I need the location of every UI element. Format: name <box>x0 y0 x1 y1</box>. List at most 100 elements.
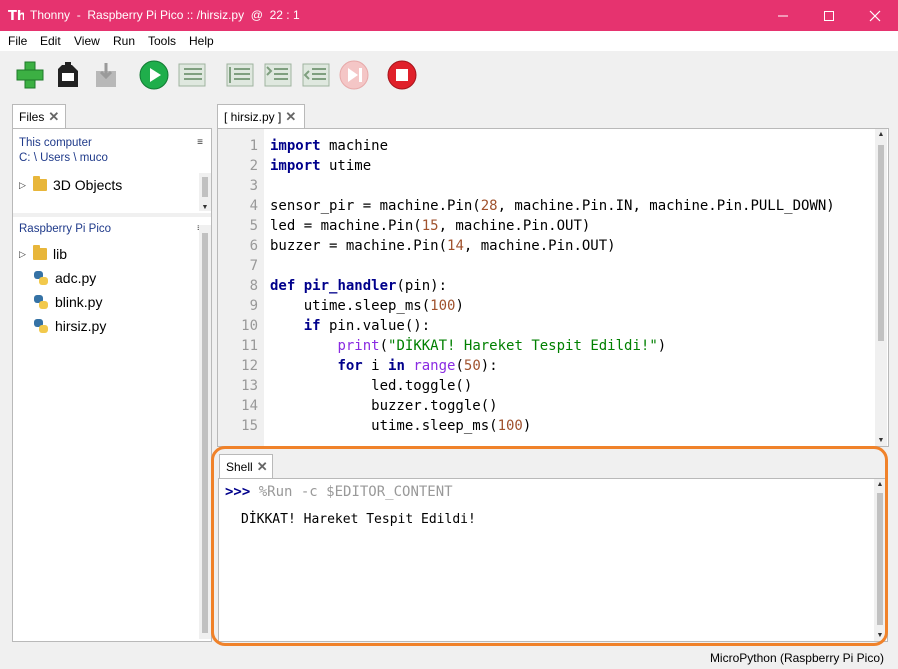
code-line[interactable]: utime.sleep_ms(100) <box>270 418 531 434</box>
list-item[interactable]: ▷ 3D Objects <box>19 176 122 193</box>
menu-help[interactable]: Help <box>189 34 214 48</box>
stop-icon[interactable] <box>386 59 418 91</box>
new-file-icon[interactable] <box>14 59 46 91</box>
tab-files[interactable]: Files ✕ <box>12 104 66 128</box>
editor-tab-label: [ hirsiz.py ] <box>224 109 282 124</box>
expand-arrow-icon[interactable]: ▷ <box>19 249 29 260</box>
menu-bar: File Edit View Run Tools Help <box>0 31 898 51</box>
code-editor[interactable]: import machine import utime sensor_pir = m… <box>270 138 872 438</box>
step-over-icon[interactable] <box>224 59 256 91</box>
step-into-icon[interactable] <box>262 59 294 91</box>
code-line[interactable]: buzzer.toggle() <box>270 398 497 414</box>
step-out-icon[interactable] <box>300 59 332 91</box>
code-line[interactable]: import utime <box>270 158 371 174</box>
code-token: led.toggle() <box>270 378 473 394</box>
menu-edit[interactable]: Edit <box>40 34 61 48</box>
list-item[interactable]: blink.py <box>33 294 102 310</box>
code-token: pin.value(): <box>320 318 431 334</box>
tab-editor-hirsiz[interactable]: [ hirsiz.py ] ✕ <box>217 104 305 128</box>
maximize-button[interactable] <box>806 0 852 31</box>
code-token: def <box>270 278 296 294</box>
editor-scrollbar[interactable]: ▲ ▼ <box>875 129 887 446</box>
code-token: buzzer = machine.Pin( <box>270 238 448 254</box>
code-token: , machine.Pin.OUT) <box>463 238 616 254</box>
line-number: 7 <box>249 258 258 274</box>
path-segment[interactable]: muco <box>80 152 108 164</box>
menu-run[interactable]: Run <box>113 34 135 48</box>
line-number: 5 <box>249 218 258 234</box>
minimize-button[interactable] <box>760 0 806 31</box>
run-icon[interactable] <box>138 59 170 91</box>
code-line[interactable]: for i in range(50): <box>270 358 498 374</box>
code-line[interactable]: if pin.value(): <box>270 318 430 334</box>
code-token: ): <box>480 358 498 374</box>
line-number: 3 <box>249 178 258 194</box>
code-token: , machine.Pin.IN, machine.Pin.PULL_DOWN) <box>497 198 835 214</box>
line-number: 12 <box>241 358 258 374</box>
line-number: 9 <box>249 298 258 314</box>
code-token: 100 <box>430 298 456 314</box>
pico-scrollbar[interactable] <box>199 225 211 639</box>
code-line[interactable]: def pir_handler(pin): <box>270 278 447 294</box>
code-token: 100 <box>497 418 523 434</box>
thonny-logo-icon: Th <box>8 9 24 23</box>
code-line[interactable]: import machine <box>270 138 388 154</box>
this-computer-heading[interactable]: This computer <box>19 137 92 149</box>
line-number: 2 <box>249 158 258 174</box>
code-line[interactable]: led.toggle() <box>270 378 472 394</box>
close-tab-editor-icon[interactable]: ✕ <box>285 109 296 125</box>
line-number: 8 <box>249 278 258 294</box>
code-token: i <box>362 358 389 374</box>
svg-text:Th: Th <box>8 9 24 23</box>
code-token: utime.sleep_ms( <box>270 418 498 434</box>
line-number: 11 <box>241 338 258 354</box>
pico-heading[interactable]: Raspberry Pi Pico <box>19 223 111 235</box>
code-line[interactable]: utime.sleep_ms(100) <box>270 298 464 314</box>
list-item[interactable]: hirsiz.py <box>33 318 106 334</box>
path-segment[interactable]: Users <box>40 152 70 164</box>
list-item[interactable]: adc.py <box>33 270 96 286</box>
code-token: for <box>337 358 363 374</box>
debug-icon[interactable] <box>176 59 208 91</box>
window-title: Thonny - Raspberry Pi Pico :: /hirsiz.py… <box>30 8 300 22</box>
code-token: ) <box>522 418 532 434</box>
resume-icon[interactable] <box>338 59 370 91</box>
maximize-icon <box>824 10 834 21</box>
close-window-button[interactable] <box>852 0 898 31</box>
save-file-icon[interactable] <box>90 59 122 91</box>
close-tab-files-icon[interactable]: ✕ <box>48 109 59 125</box>
code-token: (pin): <box>396 278 448 294</box>
menu-view[interactable]: View <box>74 34 100 48</box>
computer-scrollbar[interactable]: ▼ <box>199 173 211 211</box>
computer-menu-icon[interactable]: ≡ <box>197 137 203 148</box>
open-file-icon[interactable] <box>52 59 84 91</box>
path-segment[interactable]: C: <box>19 152 31 164</box>
code-line[interactable]: print("DİKKAT! Hareket Tespit Edildi!") <box>270 338 666 354</box>
line-number-gutter: 1 2 3 4 5 6 7 8 9 10 11 12 13 14 15 <box>218 129 264 446</box>
interpreter-status[interactable]: MicroPython (Raspberry Pi Pico) <box>710 651 884 665</box>
code-token: "DİKKAT! Hareket Tespit Edildi!" <box>388 338 658 354</box>
code-line[interactable]: sensor_pir = machine.Pin(28, machine.Pin… <box>270 198 835 214</box>
file-name: blink.py <box>55 294 103 310</box>
code-line[interactable]: buzzer = machine.Pin(14, machine.Pin.OUT… <box>270 238 616 254</box>
line-number: 1 <box>249 138 258 154</box>
menu-file[interactable]: File <box>8 34 27 48</box>
pane-divider[interactable] <box>13 213 211 217</box>
code-token: import <box>270 138 321 154</box>
expand-arrow-icon[interactable]: ▷ <box>19 180 29 191</box>
list-item[interactable]: ▷ lib <box>19 245 67 262</box>
scroll-down-icon[interactable]: ▼ <box>875 437 887 444</box>
code-token: 15 <box>421 218 439 234</box>
menu-tools[interactable]: Tools <box>148 34 176 48</box>
code-token: sensor_pir = machine.Pin( <box>270 198 481 214</box>
code-line[interactable]: led = machine.Pin(15, machine.Pin.OUT) <box>270 218 590 234</box>
scroll-up-icon[interactable]: ▲ <box>875 131 887 138</box>
scroll-down-icon[interactable]: ▼ <box>199 204 211 211</box>
code-token: ( <box>379 338 389 354</box>
close-icon <box>869 10 881 21</box>
python-file-icon <box>33 294 49 310</box>
